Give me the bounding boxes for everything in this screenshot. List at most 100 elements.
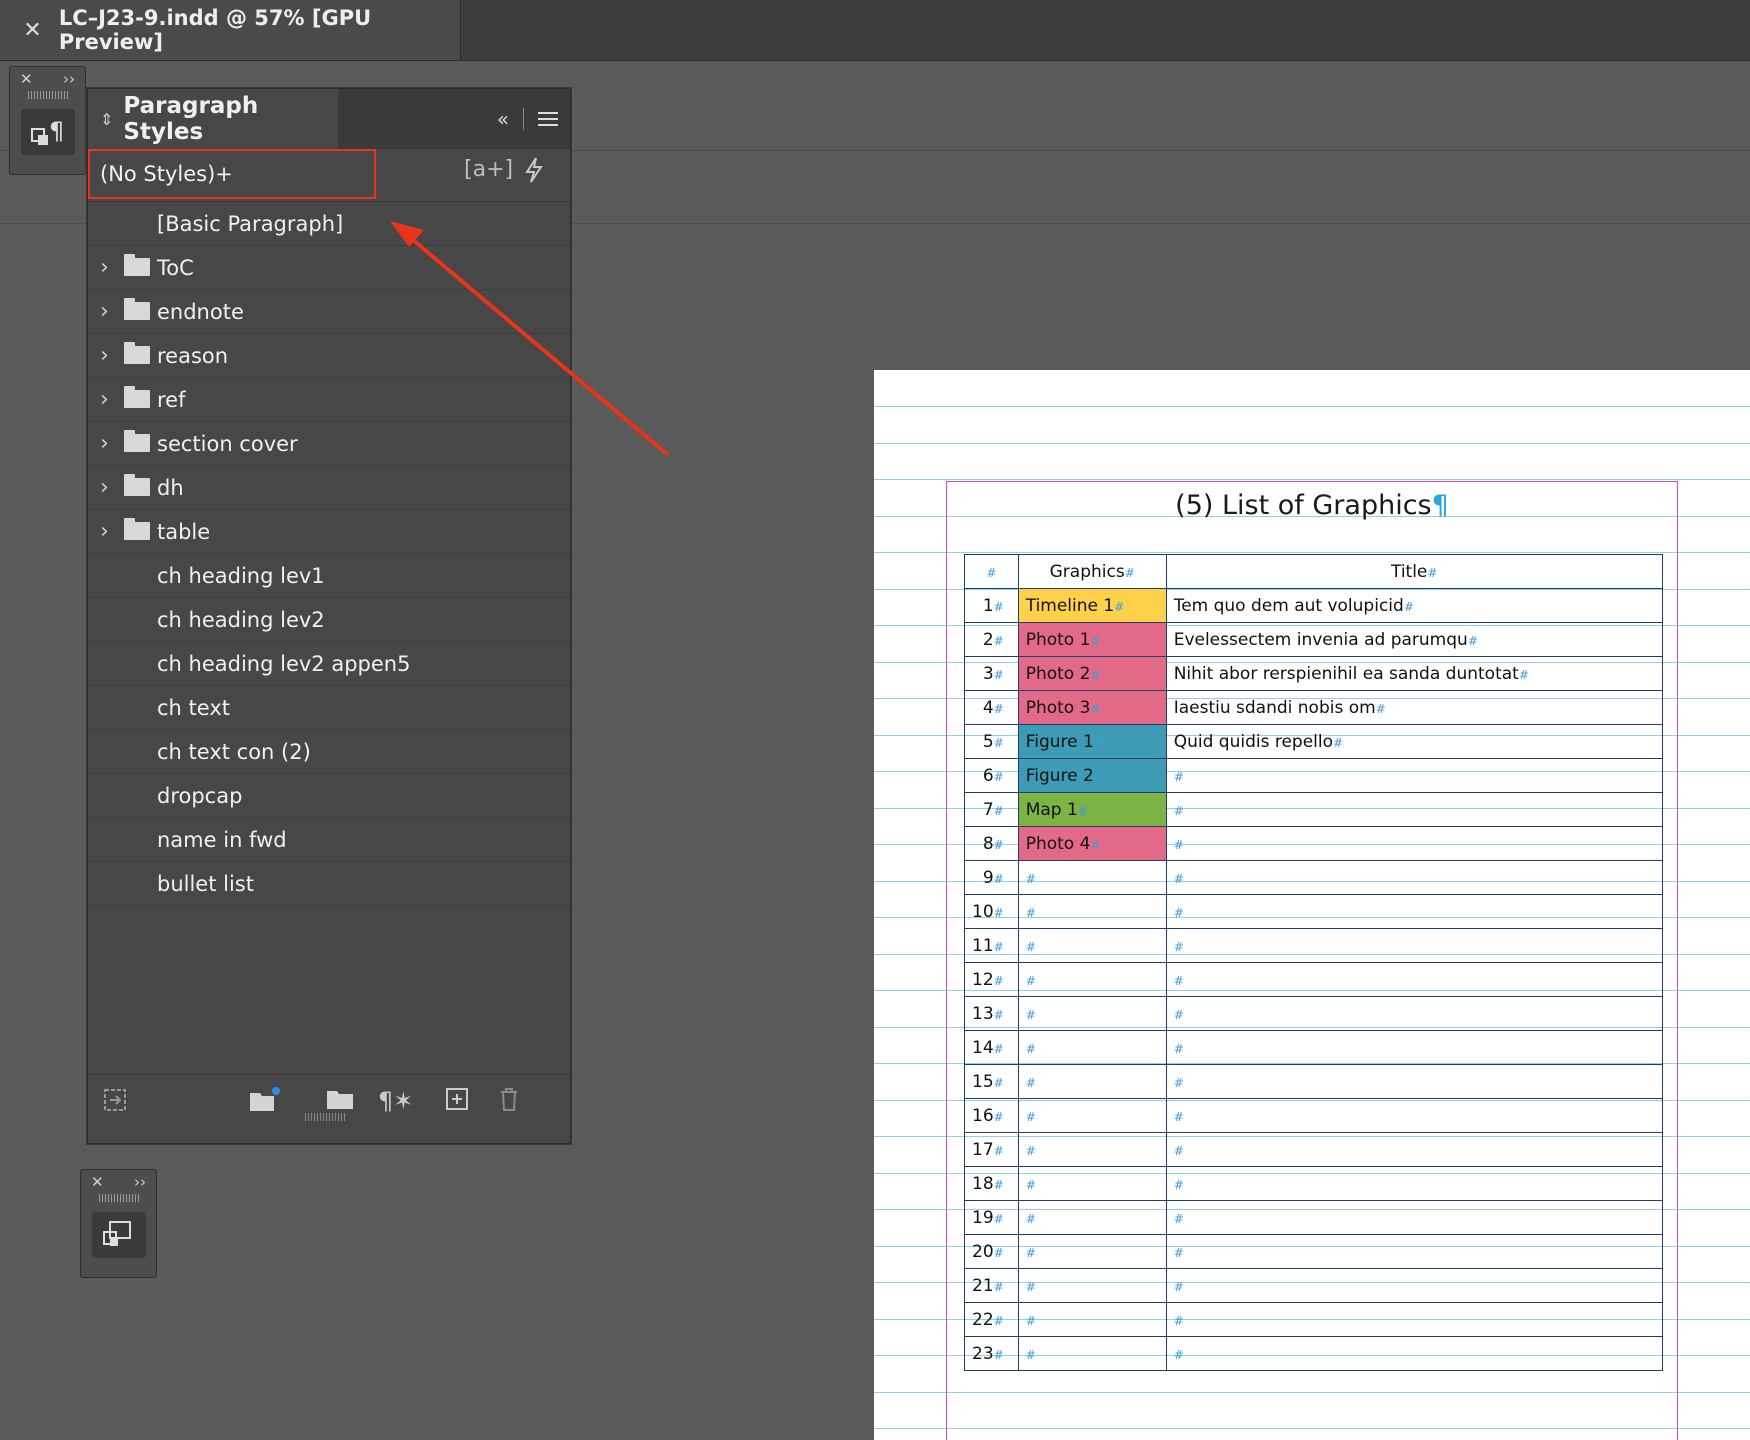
- row-number-cell[interactable]: 5#: [964, 724, 1019, 759]
- title-cell[interactable]: #: [1165, 1336, 1663, 1371]
- row-number-cell[interactable]: 18#: [964, 1166, 1019, 1201]
- graphic-cell[interactable]: Photo 2#: [1017, 656, 1167, 691]
- chevron-right-icon[interactable]: ›: [100, 255, 109, 280]
- document-page[interactable]: (5) List of Graphics¶ # Graphics# Title# 1#…: [874, 370, 1750, 1440]
- title-cell[interactable]: Nihit abor rerspienihil ea sanda duntota…: [1165, 656, 1663, 691]
- graphic-cell[interactable]: #: [1017, 1268, 1167, 1303]
- title-cell[interactable]: #: [1165, 1200, 1663, 1235]
- graphic-cell[interactable]: #: [1017, 1098, 1167, 1133]
- row-number-cell[interactable]: 10#: [964, 894, 1019, 929]
- graphic-cell[interactable]: Figure 1#: [1017, 724, 1167, 759]
- title-cell[interactable]: #: [1165, 1030, 1663, 1065]
- row-number-cell[interactable]: 13#: [964, 996, 1019, 1031]
- chevron-right-icon[interactable]: ›: [100, 343, 109, 368]
- title-cell[interactable]: #: [1165, 1234, 1663, 1269]
- reorder-icon[interactable]: ⇕: [100, 110, 113, 129]
- graphic-cell[interactable]: Photo 4#: [1017, 826, 1167, 861]
- graphic-cell[interactable]: #: [1017, 894, 1167, 929]
- chevron-right-icon[interactable]: ›: [100, 519, 109, 544]
- style-item[interactable]: ch heading lev2: [88, 598, 570, 642]
- graphic-cell[interactable]: Map 1#: [1017, 792, 1167, 827]
- object-styles-panel-button[interactable]: [91, 1212, 146, 1258]
- create-style-override-button[interactable]: [a+]: [464, 157, 513, 182]
- row-number-cell[interactable]: 2#: [964, 622, 1019, 657]
- graphic-cell[interactable]: #: [1017, 1336, 1167, 1371]
- row-number-cell[interactable]: 1#: [964, 588, 1019, 623]
- panel-tab[interactable]: ⇕ Paragraph Styles: [88, 89, 338, 149]
- row-number-cell[interactable]: 12#: [964, 962, 1019, 997]
- close-dock-icon[interactable]: ✕: [20, 70, 33, 88]
- title-cell[interactable]: Evelessectem invenia ad parumqu#: [1165, 622, 1663, 657]
- graphic-cell[interactable]: #: [1017, 962, 1167, 997]
- chevron-right-icon[interactable]: ›: [100, 299, 109, 324]
- close-dock-icon[interactable]: ✕: [91, 1173, 104, 1191]
- close-tab-icon[interactable]: ✕: [22, 18, 43, 43]
- graphics-table[interactable]: # Graphics# Title# 1# Timeline 1# Tem quo dem…: [964, 554, 1663, 1371]
- graphic-cell[interactable]: #: [1017, 1166, 1167, 1201]
- title-cell[interactable]: #: [1165, 996, 1663, 1031]
- style-item[interactable]: dropcap: [88, 774, 570, 818]
- title-cell[interactable]: #: [1165, 894, 1663, 929]
- chevron-right-icon[interactable]: ›: [100, 475, 109, 500]
- title-cell[interactable]: #: [1165, 1166, 1663, 1201]
- row-number-cell[interactable]: 8#: [964, 826, 1019, 861]
- row-number-cell[interactable]: 9#: [964, 860, 1019, 895]
- style-group-endnote[interactable]: › endnote: [88, 290, 570, 334]
- row-number-cell[interactable]: 11#: [964, 928, 1019, 963]
- style-item[interactable]: ch heading lev2 appen5: [88, 642, 570, 686]
- title-cell[interactable]: #: [1165, 1064, 1663, 1099]
- document-tab[interactable]: ✕ LC–J23-9.indd @ 57% [GPU Preview]: [0, 0, 461, 60]
- graphic-cell[interactable]: #: [1017, 1030, 1167, 1065]
- chevron-right-icon[interactable]: ›: [100, 431, 109, 456]
- panel-menu-icon[interactable]: [538, 112, 558, 126]
- title-cell[interactable]: Quid quidis repello#: [1165, 724, 1663, 759]
- graphic-cell[interactable]: #: [1017, 1302, 1167, 1337]
- style-group-section-cover[interactable]: › section cover: [88, 422, 570, 466]
- expand-dock-icon[interactable]: ››: [63, 70, 75, 88]
- row-number-cell[interactable]: 23#: [964, 1336, 1019, 1371]
- style-item[interactable]: ch heading lev1: [88, 554, 570, 598]
- title-cell[interactable]: #: [1165, 758, 1663, 793]
- row-number-cell[interactable]: 21#: [964, 1268, 1019, 1303]
- new-style-group-from-styles-icon[interactable]: [248, 1087, 280, 1119]
- row-number-cell[interactable]: 14#: [964, 1030, 1019, 1065]
- style-item[interactable]: ch text: [88, 686, 570, 730]
- graphic-cell[interactable]: #: [1017, 1200, 1167, 1235]
- row-number-cell[interactable]: 16#: [964, 1098, 1019, 1133]
- style-item[interactable]: name in fwd: [88, 818, 570, 862]
- delete-style-icon[interactable]: [498, 1087, 520, 1117]
- title-cell[interactable]: #: [1165, 1132, 1663, 1167]
- clear-overrides-icon[interactable]: ¶✶: [378, 1087, 413, 1115]
- style-item[interactable]: [Basic Paragraph]: [88, 202, 570, 246]
- title-cell[interactable]: Iaestiu sdandi nobis om#: [1165, 690, 1663, 725]
- title-cell[interactable]: #: [1165, 1302, 1663, 1337]
- title-cell[interactable]: #: [1165, 826, 1663, 861]
- title-cell[interactable]: #: [1165, 860, 1663, 895]
- style-item[interactable]: ch text con (2): [88, 730, 570, 774]
- title-cell[interactable]: #: [1165, 792, 1663, 827]
- expand-dock-icon[interactable]: ››: [134, 1173, 146, 1191]
- dock-grip[interactable]: [27, 91, 68, 99]
- style-group-dh[interactable]: › dh: [88, 466, 570, 510]
- graphic-cell[interactable]: #: [1017, 860, 1167, 895]
- graphic-cell[interactable]: Photo 3#: [1017, 690, 1167, 725]
- style-item[interactable]: bullet list: [88, 862, 570, 906]
- graphic-cell[interactable]: Timeline 1#: [1017, 588, 1167, 623]
- row-number-cell[interactable]: 7#: [964, 792, 1019, 827]
- graphic-cell[interactable]: #: [1017, 996, 1167, 1031]
- row-number-cell[interactable]: 17#: [964, 1132, 1019, 1167]
- title-cell[interactable]: #: [1165, 962, 1663, 997]
- title-cell[interactable]: #: [1165, 1268, 1663, 1303]
- style-group-reason[interactable]: › reason: [88, 334, 570, 378]
- graphic-cell[interactable]: #: [1017, 1132, 1167, 1167]
- quick-apply-icon[interactable]: [524, 157, 544, 189]
- load-styles-icon[interactable]: [102, 1087, 128, 1119]
- row-number-cell[interactable]: 20#: [964, 1234, 1019, 1269]
- list-of-graphics-title[interactable]: (5) List of Graphics¶: [874, 490, 1750, 521]
- chevron-right-icon[interactable]: ›: [100, 387, 109, 412]
- create-new-style-icon[interactable]: [445, 1087, 469, 1117]
- header-cell[interactable]: #: [964, 554, 1019, 589]
- graphic-cell[interactable]: Photo 1#: [1017, 622, 1167, 657]
- graphic-cell[interactable]: #: [1017, 928, 1167, 963]
- collapse-panel-icon[interactable]: «: [497, 107, 509, 131]
